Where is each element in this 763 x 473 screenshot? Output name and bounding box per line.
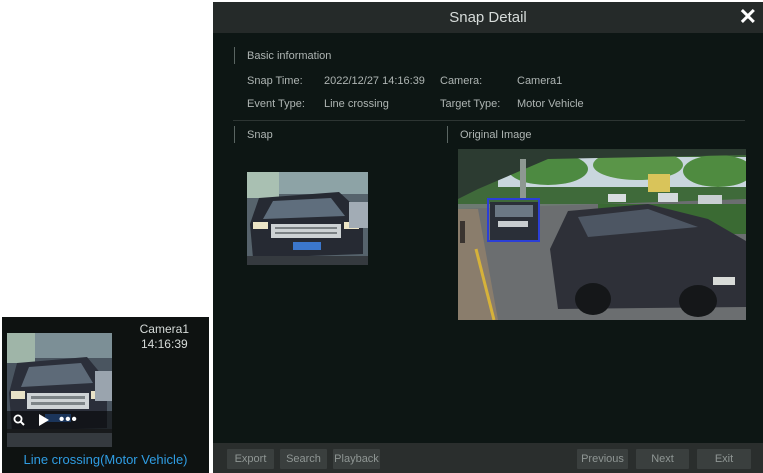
close-icon[interactable]: ✕	[739, 4, 757, 30]
snap-thumbnail-card[interactable]: ••• Camera1 14:16:39 Line crossing(Motor…	[2, 317, 209, 473]
search-button[interactable]: Search	[280, 449, 327, 469]
snap-image	[247, 172, 368, 265]
camera-label: Camera:	[440, 75, 483, 87]
basic-info-heading: Basic information	[247, 50, 332, 62]
play-icon[interactable]	[38, 414, 49, 429]
original-image	[458, 149, 746, 320]
thumbnail-event-caption: Line crossing(Motor Vehicle)	[23, 452, 188, 467]
search-icon[interactable]	[13, 414, 25, 429]
thumbnail-camera-name: Camera1	[139, 322, 189, 336]
section-marker	[447, 126, 448, 143]
thumbnail-camera-info: Camera1 14:16:39	[140, 322, 189, 352]
event-type-value: Line crossing	[324, 98, 389, 110]
thumbnail-time: 14:16:39	[140, 337, 188, 351]
section-marker	[234, 47, 235, 64]
export-button[interactable]: Export	[227, 449, 274, 469]
snap-time-value: 2022/12/27 14:16:39	[324, 75, 425, 87]
original-image-heading: Original Image	[460, 129, 532, 141]
snap-time-label: Snap Time:	[247, 75, 303, 87]
playback-button[interactable]: Playback	[333, 449, 380, 469]
next-button[interactable]: Next	[636, 449, 689, 469]
camera-value: Camera1	[517, 75, 563, 87]
dialog-footer: Export Search Playback Previous Next Exi…	[213, 443, 763, 473]
exit-button[interactable]: Exit	[697, 449, 751, 469]
target-type-label: Target Type:	[440, 98, 501, 110]
more-icon[interactable]: •••	[59, 411, 78, 428]
target-type-value: Motor Vehicle	[517, 98, 584, 110]
event-type-label: Event Type:	[247, 98, 305, 110]
dialog-titlebar: Snap Detail ✕	[213, 2, 763, 33]
dialog-title: Snap Detail	[449, 9, 527, 26]
section-marker	[234, 126, 235, 143]
section-divider	[233, 120, 745, 121]
snap-heading: Snap	[247, 129, 273, 141]
snap-detail-dialog: Snap Detail ✕ Basic information Snap Tim…	[213, 2, 763, 473]
thumbnail-toolbar: •••	[7, 411, 112, 433]
previous-button[interactable]: Previous	[577, 449, 628, 469]
